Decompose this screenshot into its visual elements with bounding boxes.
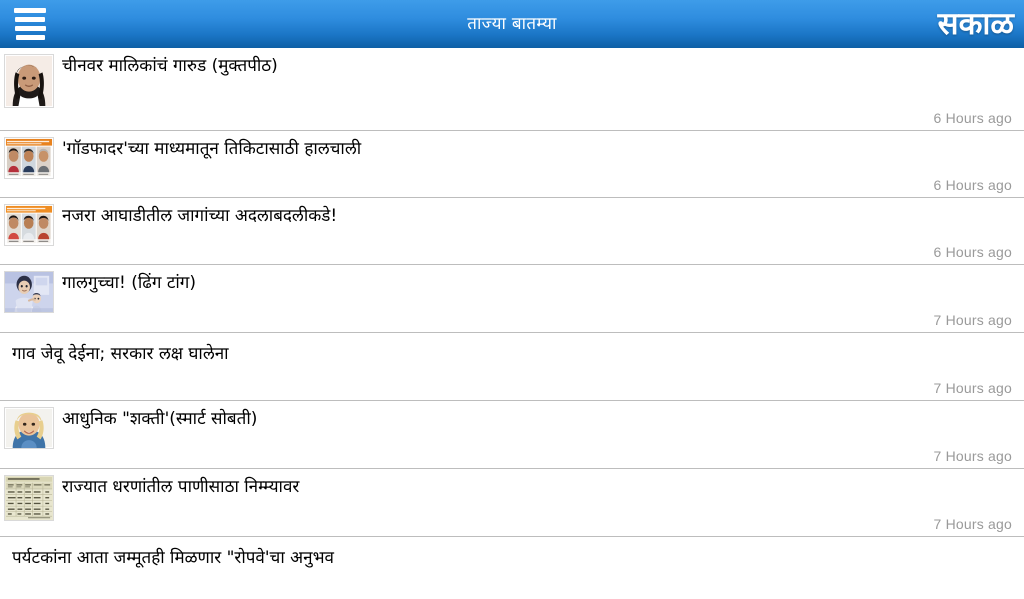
list-item-title: राज्यात धरणांतील पाणीसाठा निम्म्यावर	[62, 477, 300, 497]
brand-logo-text: सकाळ	[937, 5, 1014, 42]
list-item[interactable]: गाव जेवू देईना; सरकार लक्ष घालेना 7 Hour…	[0, 333, 1024, 401]
sakal-brand-logo[interactable]: सकाळ	[938, 2, 1014, 46]
list-item-timestamp: 7 Hours ago	[933, 312, 1012, 328]
list-item[interactable]: आधुनिक "शक्ती'(स्मार्ट सोबती) 7 Hours ag…	[0, 401, 1024, 469]
list-item-title: चीनवर मालिकांचं गारुड (मुक्तपीठ)	[62, 56, 278, 76]
menu-bar-3	[14, 26, 46, 31]
woman-portrait-photo	[4, 54, 54, 108]
list-item[interactable]: राज्यात धरणांतील पाणीसाठा निम्म्यावर 7 H…	[0, 469, 1024, 537]
menu-bar-2	[15, 17, 45, 22]
list-item-title: गालगुच्चा! (ढिंग टांग)	[62, 273, 197, 293]
list-item-timestamp: 6 Hours ago	[933, 177, 1012, 193]
news-list[interactable]: चीनवर मालिकांचं गारुड (मुक्तपीठ) 6 Hours…	[0, 48, 1024, 599]
data-table-chart-image	[4, 475, 54, 521]
list-item-timestamp: 6 Hours ago	[933, 244, 1012, 260]
page-title: ताज्या बातम्या	[467, 14, 557, 34]
list-item-timestamp: 7 Hours ago	[933, 448, 1012, 464]
list-item[interactable]: नजरा आघाडीतील जागांच्या अदलाबदलीकडे! 6 H…	[0, 198, 1024, 265]
menu-bar-1	[14, 8, 46, 13]
list-item-title: गाव जेवू देईना; सरकार लक्ष घालेना	[12, 344, 229, 364]
list-item-timestamp: 7 Hours ago	[933, 516, 1012, 532]
hamburger-menu-icon[interactable]	[0, 0, 56, 48]
list-item[interactable]: पर्यटकांना आता जम्मूतही मिळणार "रोपवे'चा…	[0, 537, 1024, 578]
blonde-woman-portrait-photo	[4, 407, 54, 449]
list-item-title: पर्यटकांना आता जम्मूतही मिळणार "रोपवे'चा…	[12, 548, 334, 568]
app-header: ताज्या बातम्या सकाळ	[0, 0, 1024, 48]
list-item[interactable]: गालगुच्चा! (ढिंग टांग) 7 Hours ago	[0, 265, 1024, 333]
list-item-title: 'गॉडफादर'च्या माध्यमातून तिकिटासाठी हालच…	[62, 139, 362, 159]
list-item-title: आधुनिक "शक्ती'(स्मार्ट सोबती)	[62, 409, 258, 429]
three-leader-portraits-orange-banner-photo	[4, 204, 54, 246]
list-item-timestamp: 6 Hours ago	[933, 110, 1012, 126]
list-item-title: नजरा आघाडीतील जागांच्या अदलाबदलीकडे!	[62, 206, 338, 226]
cartoon-illustration	[4, 271, 54, 313]
list-item-timestamp: 7 Hours ago	[933, 380, 1012, 396]
three-politician-portraits-photo	[4, 137, 54, 179]
list-item[interactable]: 'गॉडफादर'च्या माध्यमातून तिकिटासाठी हालच…	[0, 131, 1024, 198]
menu-bar-4	[15, 35, 45, 40]
list-item[interactable]: चीनवर मालिकांचं गारुड (मुक्तपीठ) 6 Hours…	[0, 48, 1024, 131]
